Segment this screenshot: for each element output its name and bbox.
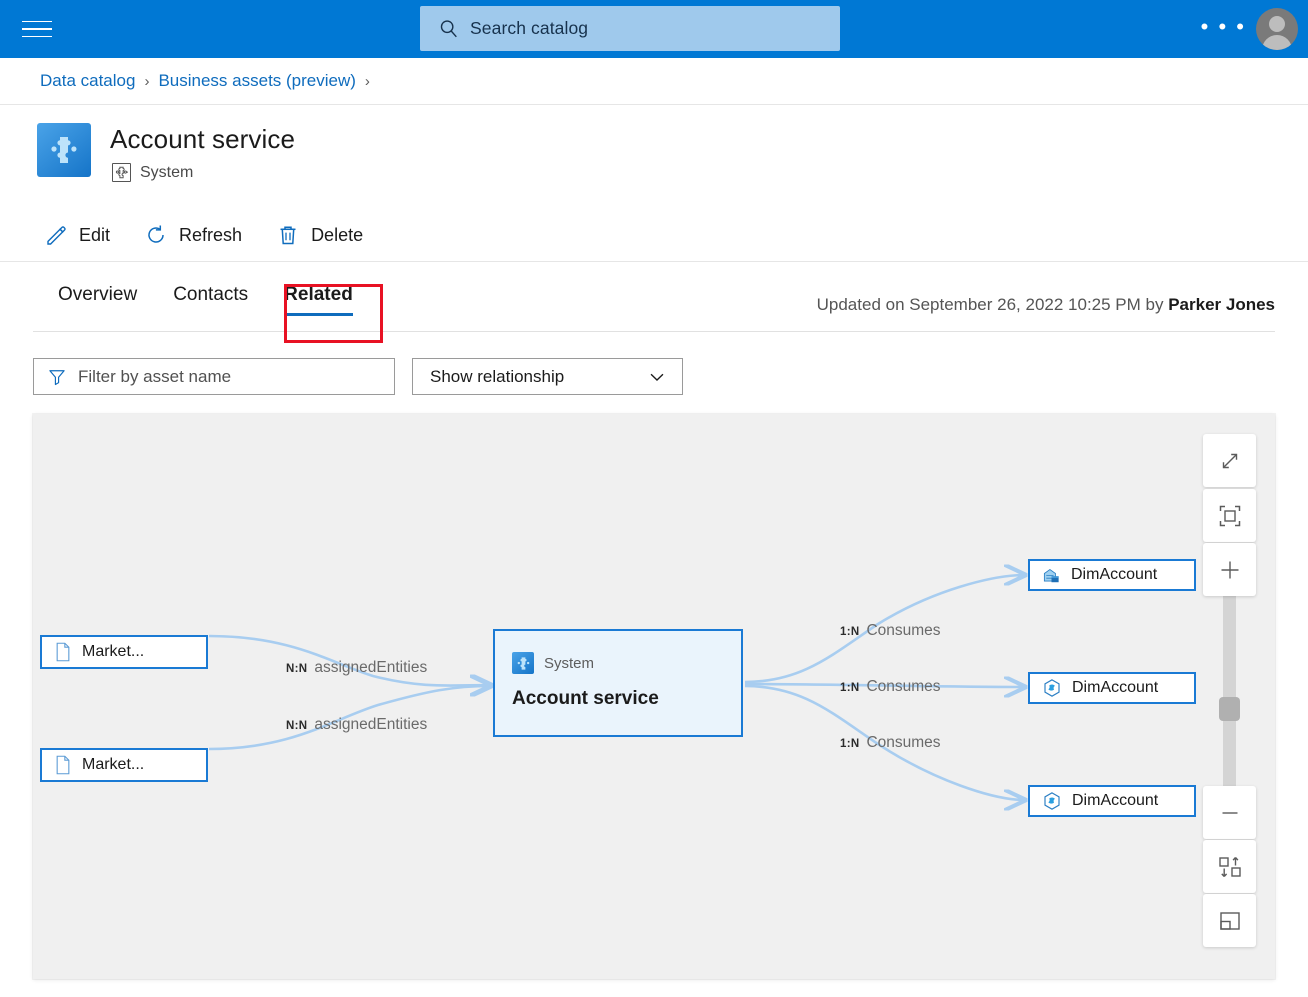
breadcrumb-item-business-assets[interactable]: Business assets (preview) (158, 71, 355, 91)
breadcrumb-item-data-catalog[interactable]: Data catalog (40, 71, 135, 91)
asset-name-filter-input[interactable]: Filter by asset name (33, 358, 395, 395)
graph-node-dimaccount-1[interactable]: DimAccount (1028, 559, 1196, 591)
system-puzzle-icon (37, 123, 91, 177)
plus-icon (1221, 561, 1238, 578)
graph-node-type-label: System (544, 654, 595, 672)
asset-type-label: System (140, 163, 194, 181)
trash-icon (280, 226, 296, 245)
expand-diagonal-icon (1222, 453, 1237, 468)
edge-consumes-3 (744, 684, 1025, 800)
search-placeholder: Search catalog (470, 18, 589, 38)
zoom-slider-track[interactable] (1223, 590, 1236, 792)
hexagon-data-icon (1044, 679, 1060, 697)
edge-consumes-1 (744, 575, 1025, 684)
tab-bar-divider (33, 331, 1275, 332)
tab-related-label: Related (284, 284, 353, 305)
user-avatar-icon[interactable] (1256, 8, 1298, 50)
graph-node-label: Market... (82, 756, 145, 773)
refresh-icon (148, 225, 164, 243)
avatar-body (1262, 35, 1292, 50)
graph-node-account-service[interactable]: System Account service (493, 629, 743, 737)
delete-button[interactable]: Delete (272, 216, 367, 254)
graph-node-market-2[interactable]: Market... (40, 748, 208, 782)
relationship-graph-canvas[interactable]: Market... Market... System Account servi… (33, 414, 1275, 979)
edge-consumes-2 (744, 684, 1025, 687)
delete-label: Delete (311, 224, 364, 245)
minus-icon (1222, 811, 1237, 814)
graph-node-label: DimAccount (1071, 566, 1158, 583)
last-updated-prefix: Updated on September 26, 2022 10:25 PM b… (816, 295, 1169, 314)
filter-row: Filter by asset name Show relationship (0, 358, 1308, 398)
last-updated-text: Updated on September 26, 2022 10:25 PM b… (817, 295, 1275, 315)
graph-node-dimaccount-2[interactable]: DimAccount (1028, 672, 1196, 704)
system-puzzle-icon (512, 652, 534, 674)
edit-button[interactable]: Edit (40, 216, 114, 254)
zoom-out-button[interactable] (1203, 786, 1256, 839)
toggle-minimap-button[interactable] (1203, 894, 1256, 947)
edge-assignedentities-1 (208, 634, 491, 686)
swap-layout-icon (1218, 856, 1241, 877)
breadcrumb: Data catalog › Business assets (preview)… (0, 58, 1308, 105)
fit-to-view-button[interactable] (1203, 489, 1256, 542)
edit-label: Edit (79, 224, 111, 245)
graph-node-dimaccount-3[interactable]: DimAccount (1028, 785, 1196, 817)
zoom-slider-handle[interactable] (1219, 697, 1240, 721)
document-icon (56, 755, 70, 775)
page-header: Account service System (0, 106, 1308, 206)
warehouse-table-icon (1043, 568, 1059, 582)
graph-node-name: Account service (512, 688, 659, 709)
graph-node-type: System (512, 652, 594, 674)
graph-node-market-1[interactable]: Market... (40, 635, 208, 669)
search-icon (440, 19, 457, 37)
graph-node-label: DimAccount (1072, 792, 1159, 809)
graph-node-label: DimAccount (1072, 679, 1159, 696)
breadcrumb-separator-icon: › (144, 72, 150, 90)
system-outline-icon (112, 163, 131, 182)
refresh-label: Refresh (179, 224, 243, 245)
tab-related[interactable]: Related (266, 278, 371, 320)
graph-node-label: Market... (82, 643, 145, 660)
overflow-menu-icon[interactable]: • • • (1201, 16, 1246, 38)
document-icon (56, 642, 70, 662)
tab-contacts[interactable]: Contacts (155, 278, 266, 320)
edge-assignedentities-2 (208, 686, 491, 751)
zoom-in-button[interactable] (1203, 543, 1256, 596)
avatar-head (1269, 16, 1285, 32)
search-input[interactable]: Search catalog (420, 6, 840, 51)
fit-frame-icon (1219, 505, 1240, 526)
refresh-button[interactable]: Refresh (140, 216, 246, 254)
command-bar: Edit Refresh Delete (0, 209, 1308, 262)
tab-overview[interactable]: Overview (40, 278, 155, 320)
tab-overview-label: Overview (58, 284, 138, 305)
filter-icon (49, 369, 65, 385)
top-navigation-bar: Search catalog • • • (0, 0, 1308, 58)
minimap-panel-icon (1219, 911, 1240, 930)
hamburger-menu-icon[interactable] (22, 18, 52, 40)
show-relationship-value: Show relationship (430, 366, 565, 386)
expand-button[interactable] (1203, 434, 1256, 487)
tab-contacts-label: Contacts (173, 284, 249, 305)
page-title: Account service (110, 124, 296, 154)
hexagon-data-icon (1044, 792, 1060, 810)
asset-type: System (112, 163, 193, 182)
chevron-down-icon (650, 373, 664, 381)
last-updated-user: Parker Jones (1168, 295, 1275, 314)
pencil-icon (47, 226, 66, 245)
show-relationship-select[interactable]: Show relationship (412, 358, 683, 395)
asset-name-filter-placeholder: Filter by asset name (78, 366, 232, 386)
toggle-layout-direction-button[interactable] (1203, 840, 1256, 893)
breadcrumb-separator-icon-2: › (364, 72, 370, 90)
